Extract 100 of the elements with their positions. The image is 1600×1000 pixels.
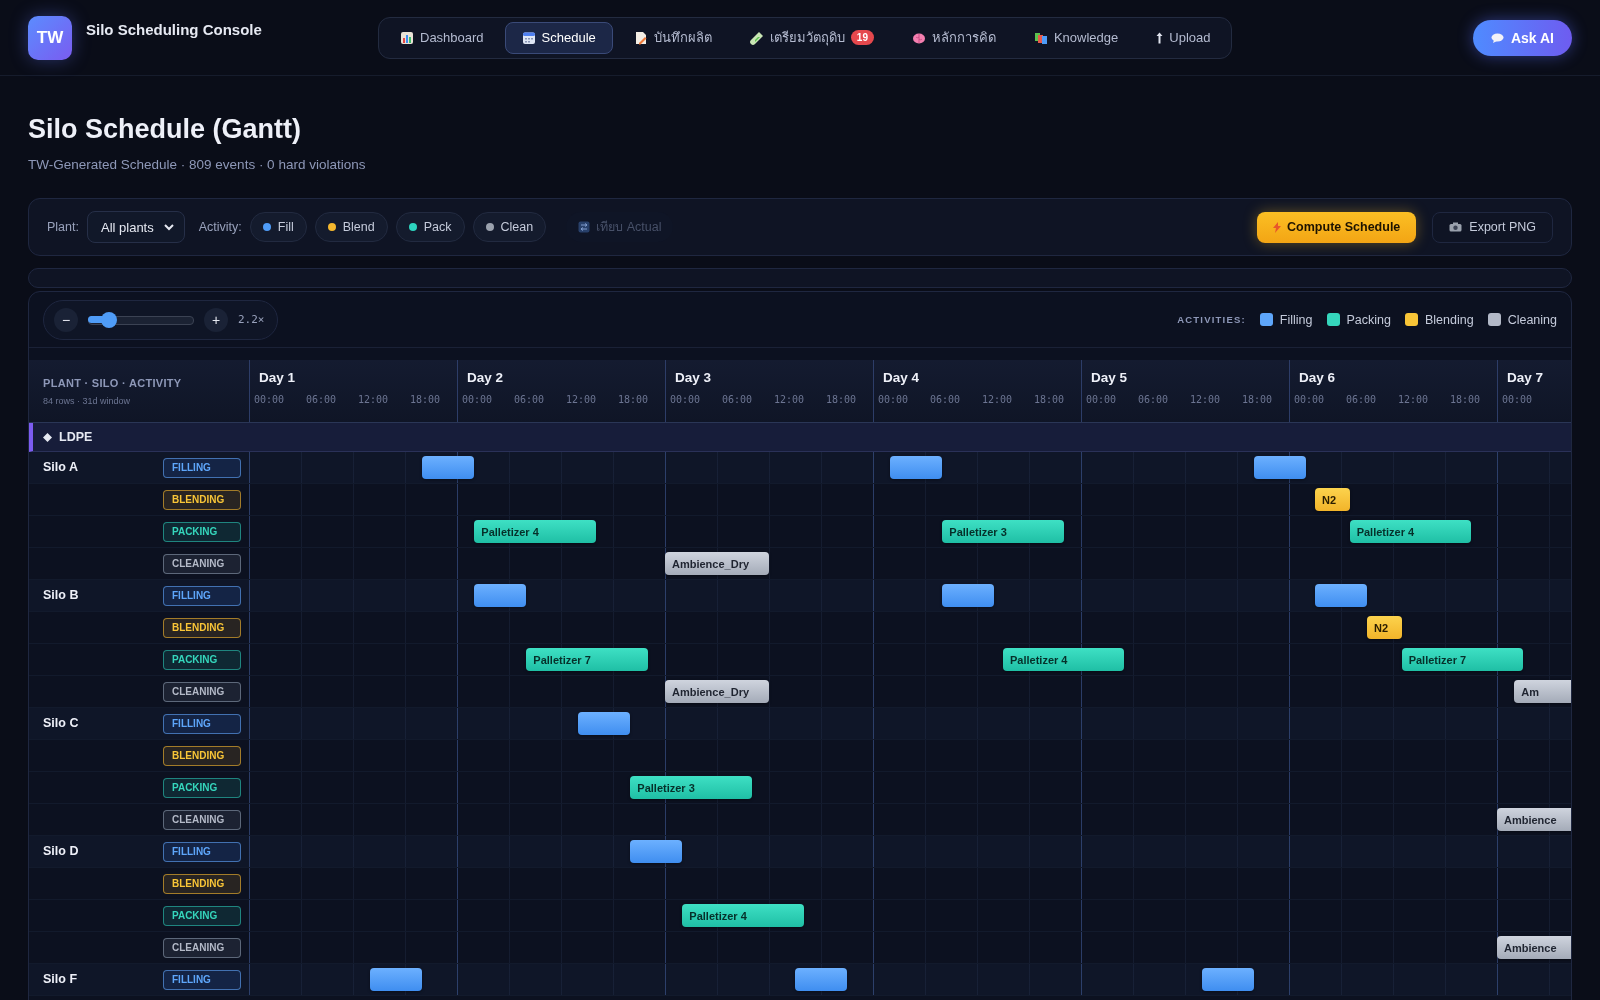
activity-label: Activity: <box>198 220 242 234</box>
group-row[interactable]: LDPE <box>29 423 1571 452</box>
diamond-icon <box>43 432 52 442</box>
column-header: PLANT · SILO · ACTIVITY <box>43 377 183 389</box>
time-tick: 00:00 <box>878 394 910 405</box>
page-subtitle: TW-Generated Schedule · 809 events · 0 hard violations <box>28 157 367 172</box>
speech-bubble-icon <box>1490 32 1504 43</box>
schedule-bar[interactable]: Ambience_Dry <box>665 680 769 703</box>
legend-label: Blending <box>1425 312 1474 327</box>
time-tick: 00:00 <box>462 394 494 405</box>
schedule-bar[interactable]: Palletizer 4 <box>474 520 596 543</box>
activity-tag: PACKING <box>163 905 241 926</box>
slider-thumb[interactable] <box>101 311 118 328</box>
plant-select[interactable]: All plants <box>86 211 185 243</box>
schedule-bar[interactable]: Am <box>1514 680 1571 703</box>
logo[interactable]: TW <box>28 15 72 60</box>
day-label: Day 7 <box>1506 370 1545 385</box>
activity-tag: PACKING <box>163 521 241 542</box>
ask-ai-button[interactable]: Ask AI <box>1472 19 1572 56</box>
activity-tag: PACKING <box>163 649 241 670</box>
time-tick: 12:00 <box>1398 394 1430 405</box>
time-tick: 06:00 <box>722 394 754 405</box>
zoom-in-button[interactable]: + <box>204 307 228 332</box>
schedule-bar[interactable] <box>370 968 423 991</box>
legend-label: Cleaning <box>1507 312 1557 327</box>
schedule-bar[interactable] <box>1254 456 1307 479</box>
schedule-bar[interactable]: N2 <box>1315 488 1350 511</box>
schedule-bar[interactable]: Palletizer 3 <box>942 520 1064 543</box>
time-tick: 06:00 <box>930 394 962 405</box>
schedule-bar[interactable]: Ambience_Dry <box>665 552 769 575</box>
filter-chip[interactable]: Blend <box>314 212 388 242</box>
nav-tab[interactable]: เตรียมวัตถุดิบ 19 <box>732 21 891 54</box>
time-tick: 00:00 <box>1086 394 1118 405</box>
activity-tag: FILLING <box>163 969 241 990</box>
bar-chart-icon <box>400 30 414 45</box>
silo-name: Silo C <box>43 716 79 730</box>
nav-tab[interactable]: Dashboard <box>383 21 501 54</box>
schedule-bar[interactable]: Ambience <box>1497 936 1571 959</box>
activity-tag: FILLING <box>163 841 241 862</box>
row-count: 84 rows · 31d window <box>43 396 132 406</box>
legend-label: Filling <box>1279 312 1313 327</box>
books-icon <box>1033 30 1048 45</box>
schedule-bar[interactable] <box>890 456 943 479</box>
nav-tab[interactable]: Upload <box>1139 21 1228 54</box>
activity-tag: BLENDING <box>163 617 241 638</box>
count-badge: 19 <box>850 30 874 45</box>
activity-tag: BLENDING <box>163 873 241 894</box>
schedule-bar[interactable]: Palletizer 4 <box>1349 520 1471 543</box>
schedule-bar[interactable] <box>578 712 631 735</box>
schedule-bar[interactable] <box>942 584 995 607</box>
group-name: LDPE <box>59 430 93 444</box>
zoom-out-button[interactable]: − <box>54 307 78 332</box>
schedule-bar[interactable] <box>630 840 683 863</box>
time-tick: 12:00 <box>566 394 598 405</box>
schedule-bar[interactable]: Palletizer 4 <box>682 904 804 927</box>
time-tick: 00:00 <box>670 394 702 405</box>
nav-tab[interactable]: Schedule <box>504 21 613 54</box>
activity-tag: CLEANING <box>163 937 241 958</box>
nav-tab[interactable]: บันทึกผลิต <box>616 21 729 54</box>
day-label: Day 1 <box>258 370 297 385</box>
schedule-bar[interactable]: Ambience <box>1497 808 1571 831</box>
plant-label: Plant: <box>47 220 79 234</box>
time-tick: 18:00 <box>410 394 442 405</box>
time-tick: 00:00 <box>1294 394 1326 405</box>
silo-name: Silo B <box>43 588 79 602</box>
filter-chip[interactable]: Pack <box>395 212 465 242</box>
schedule-bar[interactable] <box>422 456 475 479</box>
day-label: Day 5 <box>1090 370 1129 385</box>
schedule-bar[interactable] <box>474 584 527 607</box>
silo-name: Silo D <box>43 844 79 858</box>
time-tick: 18:00 <box>826 394 858 405</box>
compute-schedule-button[interactable]: Compute Schedule <box>1257 211 1417 243</box>
filter-chip[interactable]: Fill <box>249 212 307 242</box>
time-tick: 18:00 <box>1034 394 1066 405</box>
time-tick: 00:00 <box>1502 394 1534 405</box>
silo-name: Silo A <box>43 460 78 474</box>
time-tick: 12:00 <box>358 394 390 405</box>
schedule-bar[interactable] <box>1202 968 1255 991</box>
time-tick: 12:00 <box>774 394 806 405</box>
time-tick: 06:00 <box>1346 394 1378 405</box>
filter-chip[interactable]: Clean <box>472 212 547 242</box>
schedule-bar[interactable]: Palletizer 4 <box>1003 648 1125 671</box>
time-tick: 12:00 <box>982 394 1014 405</box>
schedule-bar[interactable]: Palletizer 7 <box>526 648 648 671</box>
activity-tag: FILLING <box>163 713 241 734</box>
activity-tag: CLEANING <box>163 681 241 702</box>
app-title: Silo Scheduling Console <box>86 21 263 38</box>
time-tick: 06:00 <box>1138 394 1170 405</box>
legend-label: Packing <box>1346 312 1391 327</box>
schedule-bar[interactable]: N2 <box>1367 616 1402 639</box>
schedule-bar[interactable]: Palletizer 3 <box>630 776 752 799</box>
export-png-button[interactable]: Export PNG <box>1432 211 1553 243</box>
time-tick: 18:00 <box>1450 394 1482 405</box>
nav-tab[interactable]: หลักการคิด <box>894 21 1013 54</box>
schedule-bar[interactable]: Palletizer 7 <box>1401 648 1523 671</box>
time-tick: 18:00 <box>618 394 650 405</box>
zoom-slider[interactable] <box>88 311 194 328</box>
day-label: Day 3 <box>674 370 713 385</box>
activity-tag: BLENDING <box>163 489 241 510</box>
nav-tab[interactable]: Knowledge <box>1016 21 1136 54</box>
